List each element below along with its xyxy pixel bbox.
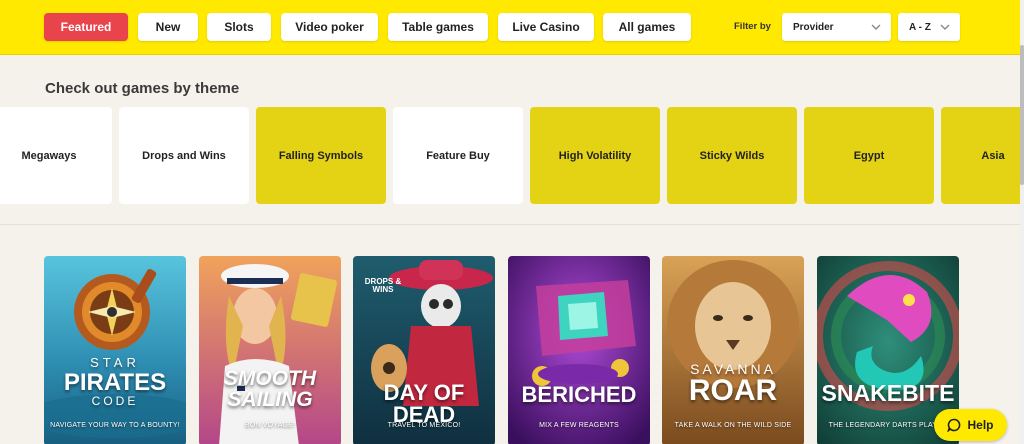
tab-featured[interactable]: Featured [44,13,128,41]
help-button[interactable]: Help [934,409,1007,441]
sort-select[interactable]: A - Z [898,13,960,41]
theme-label: High Volatility [558,149,632,162]
game-title-sub: SAILING [227,388,313,411]
theme-label: Sticky Wilds [699,149,765,162]
game-title: SNAKEBITE [821,380,955,406]
game-tile-smooth-sailing[interactable]: SMOOTH SAILING BON VOYAGE! [199,256,341,444]
theme-card-drops-and-wins[interactable]: Drops and Wins [119,107,249,204]
game-tagline: BON VOYAGE! [244,422,296,429]
theme-card-sticky-wilds[interactable]: Sticky Wilds [667,107,797,204]
theme-label: Falling Symbols [278,149,364,162]
theme-card-feature-buy[interactable]: Feature Buy [393,107,523,204]
theme-card-egypt[interactable]: Egypt [804,107,934,204]
theme-label: Egypt [853,149,885,162]
tab-table-games[interactable]: Table games [388,13,488,41]
game-title: PIRATES [63,369,167,396]
theme-label: Drops and Wins [142,149,226,162]
game-tagline: MIX A FEW REAGENTS [539,422,619,429]
game-artwork-compass [44,256,186,444]
scrollbar-thumb[interactable] [1020,45,1024,185]
theme-label: Megaways [21,149,77,162]
game-tile-star-pirates-code[interactable]: STAR PIRATES CODE NAVIGATE YOUR WAY TO A… [44,256,186,444]
filter-label: Filter by [734,21,771,32]
tab-all-games[interactable]: All games [603,13,691,41]
game-tagline: TRAVEL TO MEXICO! [387,422,461,429]
game-tagline: TAKE A WALK ON THE WILD SIDE [674,422,792,429]
game-badge: DROPS & WINS [364,277,402,295]
theme-card-high-volatility[interactable]: High Volatility [530,107,660,204]
theme-carousel: Megaways Drops and Wins Falling Symbols … [0,107,1024,204]
game-tile-beriched[interactable]: BERICHED MIX A FEW REAGENTS [508,256,650,444]
game-artwork-potions [508,256,650,444]
tab-live-casino[interactable]: Live Casino [498,13,594,41]
themes-heading: Check out games by theme [45,80,240,97]
game-artwork-captain [199,256,341,444]
chat-bubble-icon [947,418,961,432]
theme-label: Feature Buy [426,149,490,162]
tab-slots[interactable]: Slots [207,13,271,41]
game-title: BERICHED [521,382,637,407]
section-divider [0,224,1024,225]
game-title: SMOOTH [223,367,317,390]
tab-new[interactable]: New [138,13,198,41]
provider-select[interactable]: Provider [782,13,891,41]
game-title-sub: CODE [91,394,139,408]
theme-card-falling-symbols[interactable]: Falling Symbols [256,107,386,204]
theme-card-megaways[interactable]: Megaways [0,107,112,204]
game-title: DAY OF DEAD [383,380,465,427]
game-tile-savanna-roar[interactable]: SAVANNA ROAR TAKE A WALK ON THE WILD SID… [662,256,804,444]
provider-select-value: Provider [793,21,834,33]
help-label: Help [967,418,994,432]
sort-select-value: A - Z [909,21,931,33]
chevron-down-icon [940,24,950,30]
chevron-down-icon [871,24,881,30]
game-artwork-lion [662,256,804,444]
page-scrollbar[interactable] [1020,0,1024,444]
game-title-top: STAR [90,355,140,370]
tab-video-poker[interactable]: Video poker [281,13,378,41]
theme-label: Asia [981,149,1005,162]
category-bar: Featured New Slots Video poker Table gam… [0,0,1024,55]
game-tagline: NAVIGATE YOUR WAY TO A BOUNTY! [50,422,180,429]
game-title: ROAR [688,374,778,407]
game-tile-day-of-dead[interactable]: DROPS & WINS DAY OF DEAD TRAVEL TO MEXIC… [353,256,495,444]
theme-card-asia[interactable]: Asia [941,107,1024,204]
